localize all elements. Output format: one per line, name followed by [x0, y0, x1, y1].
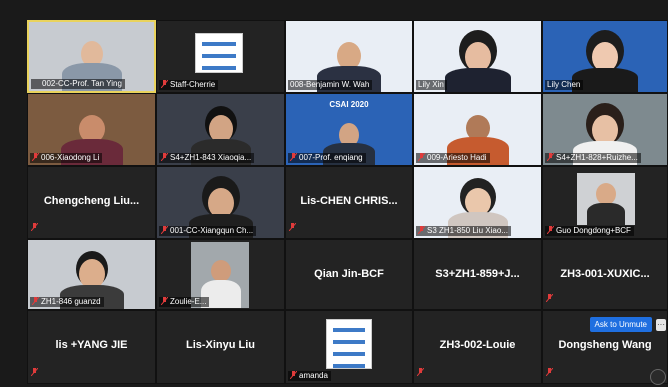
participant-tile[interactable]: S3+ZH1-859+J... [413, 239, 542, 310]
participant-tile[interactable]: Staff-Cherrie [156, 20, 285, 93]
participant-tile[interactable]: 008-Benjamin W. Wah [285, 20, 413, 93]
virtual-background-title: CSAI 2020 [329, 100, 369, 109]
participant-name: Chengcheng Liu... [43, 195, 140, 207]
gallery-grid: 002-CC-Prof. Tan Ying Staff-Cherrie 008-… [0, 0, 668, 387]
participant-name: Lis-Xinyu Liu [185, 339, 256, 351]
participant-name: S3 ZH1-850 Liu Xiao... [427, 226, 508, 235]
participant-tile[interactable]: Guo Dongdong+BCF [542, 166, 668, 239]
muted-icon [31, 153, 40, 162]
participant-name: 007-Prof. enqiang [299, 153, 363, 162]
muted-icon [160, 153, 169, 162]
muted-icon [546, 226, 555, 235]
participant-name: S4+ZH1-828+Ruizhe... [556, 153, 638, 162]
participant-tile[interactable]: S3 ZH1-850 Liu Xiao... [413, 166, 542, 239]
participant-tile[interactable]: Qian Jin-BCF [285, 239, 413, 310]
participant-name: Guo Dongdong+BCF [556, 226, 631, 235]
participant-name: Lis-CHEN CHRIS... [300, 195, 398, 207]
participant-tile[interactable]: Lily Chen [542, 20, 668, 93]
muted-icon [417, 153, 426, 162]
participant-tile[interactable]: S4+ZH1-843 Xiaoqia... [156, 93, 285, 166]
participant-tile[interactable]: ZH3-002-Louie [413, 310, 542, 384]
participant-name: Zoulie-E... [170, 297, 207, 306]
participant-name: 001-CC-Xiangqun Ch... [170, 226, 254, 235]
participant-name: amanda [299, 371, 328, 380]
participant-tile[interactable]: lis +YANG JIE [27, 310, 156, 384]
microphone-icon [33, 79, 40, 87]
participant-name: Qian Jin-BCF [314, 268, 384, 280]
muted-icon [288, 218, 297, 236]
participant-name: 006-Xiaodong Li [41, 153, 100, 162]
participant-name: ZH1-846 guanzd [41, 297, 101, 306]
ask-to-unmute-button[interactable]: Ask to Unmute [589, 317, 652, 332]
muted-icon [289, 153, 298, 162]
participant-name: ZH3-002-Louie [439, 339, 516, 351]
participant-name: lis +YANG JIE [55, 339, 128, 351]
muted-icon [417, 226, 426, 235]
participant-name: 008-Benjamin W. Wah [290, 80, 370, 89]
participant-tile[interactable]: 001-CC-Xiangqun Ch... [156, 166, 285, 239]
muted-icon [545, 289, 554, 307]
participant-name: Lily Xin [418, 80, 444, 89]
participant-tile[interactable]: ZH3-001-XUXIC... [542, 239, 668, 310]
participant-name: ZH3-001-XUXIC... [560, 268, 650, 280]
participant-tile[interactable]: Lily Xin [413, 20, 542, 93]
participant-name: 002-CC-Prof. Tan Ying [42, 79, 122, 88]
participant-tile[interactable]: 009-Ariesto Hadi [413, 93, 542, 166]
muted-icon [416, 363, 425, 381]
participant-tile[interactable]: 006-Xiaodong Li [27, 93, 156, 166]
participant-tile[interactable]: Lis-Xinyu Liu [156, 310, 285, 384]
participant-tile[interactable]: CSAI 2020 007-Prof. enqiang [285, 93, 413, 166]
participant-name: S4+ZH1-843 Xiaoqia... [170, 153, 252, 162]
left-strip [0, 20, 27, 387]
participant-tile[interactable]: Lis-CHEN CHRIS... [285, 166, 413, 239]
participant-video [577, 173, 635, 225]
muted-icon [31, 297, 40, 306]
participant-tile[interactable]: Zoulie-E... [156, 239, 285, 310]
participant-tile[interactable]: Chengcheng Liu... [27, 166, 156, 239]
more-options-button[interactable]: ··· [656, 319, 666, 331]
participant-tile[interactable]: amanda [285, 310, 413, 384]
participant-name: 009-Ariesto Hadi [427, 153, 487, 162]
participant-tile[interactable]: ZH1-846 guanzd [27, 239, 156, 310]
participant-name: Staff-Cherrie [170, 80, 216, 89]
participant-name: Dongsheng Wang [558, 339, 652, 351]
scroll-button[interactable] [650, 369, 666, 385]
muted-icon [289, 371, 298, 380]
muted-icon [160, 80, 169, 89]
muted-icon [160, 297, 169, 306]
muted-icon [545, 363, 554, 381]
muted-icon [546, 153, 555, 162]
profile-picture [326, 319, 372, 369]
participant-name: S3+ZH1-859+J... [435, 268, 520, 280]
participant-tile[interactable]: S4+ZH1-828+Ruizhe... [542, 93, 668, 166]
participant-tile[interactable]: 002-CC-Prof. Tan Ying [27, 20, 156, 93]
profile-picture [195, 33, 243, 73]
participant-name: Lily Chen [547, 80, 581, 89]
top-strip [0, 0, 668, 20]
muted-icon [30, 218, 39, 236]
participant-video [444, 42, 511, 92]
muted-icon [30, 363, 39, 381]
muted-icon [160, 226, 169, 235]
